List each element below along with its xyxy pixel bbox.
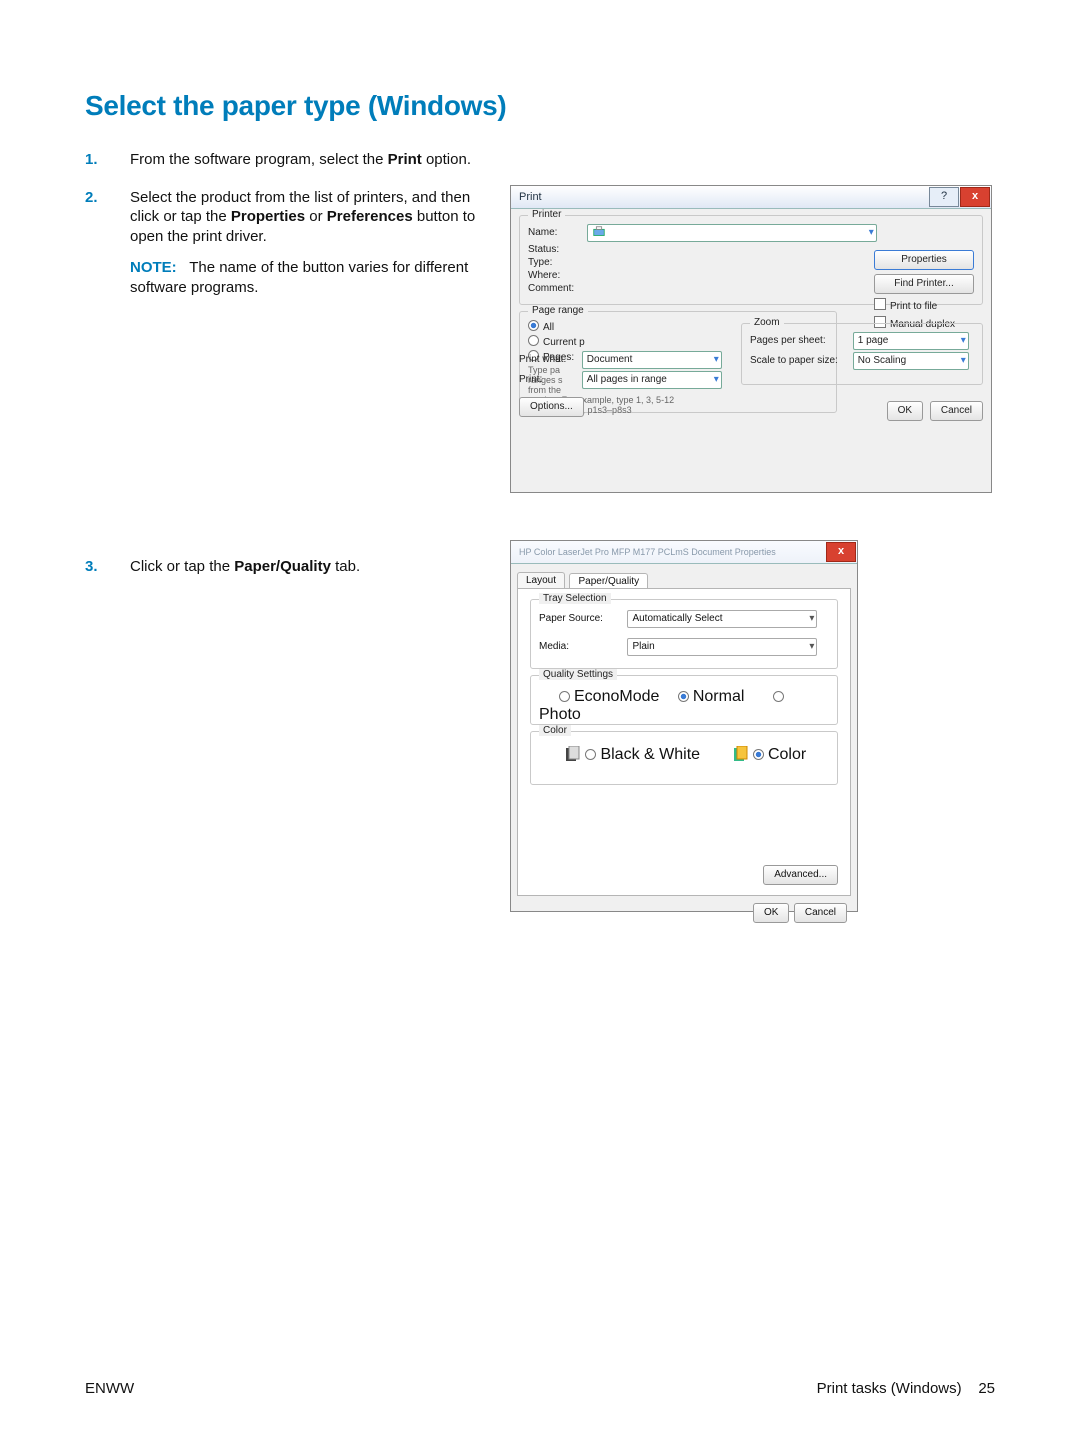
- step-text: From the software program, select the Pr…: [130, 151, 471, 168]
- cancel-button[interactable]: Cancel: [794, 903, 847, 923]
- step-text: Select the product from the list of prin…: [130, 189, 475, 245]
- media-select[interactable]: Plain: [627, 638, 817, 656]
- advanced-button[interactable]: Advanced...: [763, 865, 838, 885]
- paper-source-label: Paper Source:: [539, 613, 623, 624]
- tab-paper-quality[interactable]: Paper/Quality: [569, 573, 648, 589]
- range-current-radio[interactable]: Current p: [528, 337, 585, 348]
- step-1: 1. From the software program, select the…: [85, 150, 485, 170]
- print-range-select[interactable]: All pages in range: [582, 371, 722, 389]
- step-2: 2. Select the product from the list of p…: [85, 188, 485, 298]
- paper-quality-dialog-screenshot: HP Color LaserJet Pro MFP M177 PCLmS Doc…: [510, 540, 858, 912]
- print-what-label: Print what:: [519, 354, 579, 365]
- note-text: The name of the button varies for differ…: [130, 259, 468, 296]
- step-note: NOTE: The name of the button varies for …: [130, 258, 485, 297]
- step-3: 3. Click or tap the Paper/Quality tab.: [85, 557, 485, 577]
- cancel-button[interactable]: Cancel: [930, 401, 983, 421]
- color-color-radio[interactable]: Color: [753, 746, 806, 763]
- print-what-select[interactable]: Document: [582, 351, 722, 369]
- group-label: Page range: [528, 305, 588, 316]
- pages-per-sheet-select[interactable]: 1 page: [853, 332, 969, 350]
- step-number: 1.: [85, 150, 98, 170]
- print-dialog-screenshot: Print ? x Printer Name: Status: Type: Wh…: [510, 185, 992, 493]
- options-button[interactable]: Options...: [519, 397, 584, 417]
- print-to-file-checkbox[interactable]: Print to file: [874, 298, 974, 312]
- quality-econo-radio[interactable]: EconoMode: [559, 688, 659, 705]
- step-number: 3.: [85, 557, 98, 577]
- group-label: Zoom: [750, 317, 784, 328]
- footer-left: ENWW: [85, 1380, 134, 1397]
- name-label: Name:: [528, 227, 584, 238]
- titlebar: HP Color LaserJet Pro MFP M177 PCLmS Doc…: [511, 541, 857, 564]
- media-label: Media:: [539, 641, 623, 652]
- close-icon[interactable]: x: [826, 542, 856, 562]
- ok-button[interactable]: OK: [753, 903, 789, 923]
- scale-to-paper-select[interactable]: No Scaling: [853, 352, 969, 370]
- find-printer-button[interactable]: Find Printer...: [874, 274, 974, 294]
- properties-button[interactable]: Properties: [874, 250, 974, 270]
- note-label: NOTE:: [130, 259, 177, 276]
- help-icon[interactable]: ?: [929, 187, 959, 207]
- footer-right: Print tasks (Windows) 25: [817, 1380, 995, 1397]
- page-title: Select the paper type (Windows): [85, 90, 995, 122]
- page-footer: ENWW Print tasks (Windows) 25: [85, 1380, 995, 1397]
- group-label: Quality Settings: [539, 669, 617, 680]
- step-text: Click or tap the Paper/Quality tab.: [130, 558, 360, 575]
- color-bw-radio[interactable]: Black & White: [585, 746, 700, 763]
- titlebar: Print ? x: [511, 186, 991, 209]
- group-label: Tray Selection: [539, 593, 611, 604]
- close-icon[interactable]: x: [960, 187, 990, 207]
- range-all-radio[interactable]: All: [528, 322, 554, 333]
- bw-icon: [563, 746, 581, 764]
- paper-source-select[interactable]: Automatically Select: [627, 610, 817, 628]
- tab-layout[interactable]: Layout: [517, 572, 565, 588]
- quality-normal-radio[interactable]: Normal: [678, 688, 745, 705]
- ok-button[interactable]: OK: [887, 401, 923, 421]
- print-range-label: Print:: [519, 374, 579, 385]
- group-label: Color: [539, 725, 571, 736]
- printer-name-select[interactable]: [587, 224, 877, 242]
- color-icon: [731, 746, 749, 764]
- group-label: Printer: [528, 209, 565, 220]
- step-number: 2.: [85, 188, 98, 208]
